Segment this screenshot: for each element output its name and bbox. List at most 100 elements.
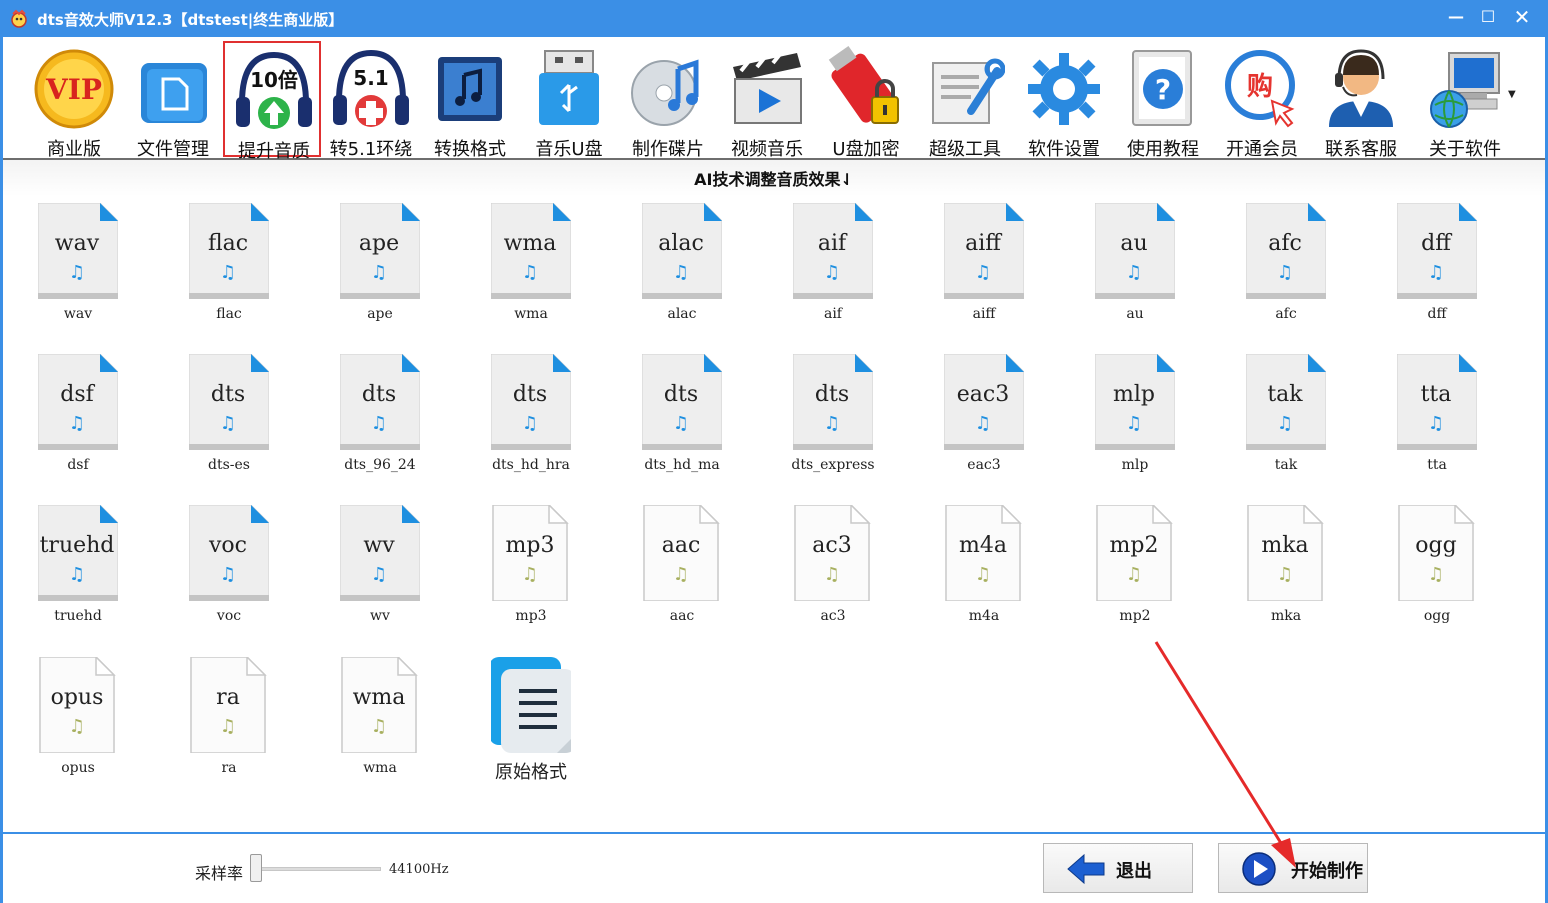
title-bar: dts音效大师V12.3【dtstest|终生商业版】 — ☐ ✕ [0, 0, 1548, 37]
format-item[interactable]: aac ♫ aac [607, 498, 757, 638]
music-note-icon: ♫ [1125, 262, 1143, 283]
format-item[interactable]: 原始格式 [456, 650, 606, 790]
format-item[interactable]: afc ♫ afc [1211, 196, 1361, 336]
file-extension-label: mp3 [505, 533, 555, 558]
toolbar-item-tools[interactable]: 超级工具 [916, 41, 1014, 160]
format-name: dff [1427, 306, 1447, 322]
vip-icon: VIP [34, 49, 114, 129]
headphones-51-icon: 5.1 [333, 49, 409, 127]
format-name: mp2 [1119, 608, 1151, 624]
format-item[interactable]: dts ♫ dts_96_24 [305, 347, 455, 487]
format-item[interactable]: aiff ♫ aiff [909, 196, 1059, 336]
music-note-icon: ♫ [521, 262, 539, 283]
toolbar-item-vip[interactable]: VIP 商业版 [25, 41, 123, 160]
file-extension-label: wav [54, 231, 100, 256]
original-format-icon [491, 657, 571, 753]
file-extension-label: dts [663, 382, 699, 407]
file-extension-label: tta [1420, 382, 1452, 407]
format-item[interactable]: mp3 ♫ mp3 [456, 498, 606, 638]
format-item[interactable]: m4a ♫ m4a [909, 498, 1059, 638]
toolbar-item-usb-drive[interactable]: 音乐U盘 [520, 41, 618, 160]
music-note-icon: ♫ [823, 413, 841, 434]
format-name: afc [1275, 306, 1297, 322]
toolbar-item-folder[interactable]: 文件管理 [124, 41, 222, 160]
folder-icon [141, 63, 207, 123]
format-item[interactable]: truehd ♫ truehd [3, 498, 153, 638]
computer-globe-icon [1430, 52, 1500, 128]
music-note-icon: ♫ [1427, 413, 1445, 434]
music-note-icon: ♫ [370, 413, 388, 434]
sample-rate-slider-track[interactable] [255, 867, 381, 871]
toolbar-item-clapperboard[interactable]: 视频音乐 [718, 41, 816, 160]
format-name: m4a [968, 608, 1000, 624]
format-item[interactable]: tak ♫ tak [1211, 347, 1361, 487]
format-item[interactable]: dsf ♫ dsf [3, 347, 153, 487]
file-extension-label: ogg [1415, 533, 1457, 558]
format-item[interactable]: mp2 ♫ mp2 [1060, 498, 1210, 638]
bottom-bar: 采样率 44100Hz 退出 开始制作 [3, 832, 1545, 903]
close-button[interactable]: ✕ [1507, 4, 1537, 30]
toolbar-item-computer-globe[interactable]: 关于软件 [1416, 41, 1514, 160]
toolbar-item-label: 转5.1环绕 [329, 139, 413, 160]
format-item[interactable]: alac ♫ alac [607, 196, 757, 336]
format-item[interactable]: wma ♫ wma [456, 196, 606, 336]
music-note-icon: ♫ [68, 564, 86, 585]
format-item[interactable]: wav ♫ wav [3, 196, 153, 336]
format-item[interactable]: wv ♫ wv [305, 498, 455, 638]
toolbar-item-usb-lock[interactable]: U盘加密 [817, 41, 915, 160]
format-name: ra [221, 760, 237, 776]
toolbar-item-label: 商业版 [47, 139, 101, 160]
format-item[interactable]: ape ♫ ape [305, 196, 455, 336]
format-item[interactable]: wma ♫ wma [305, 650, 455, 790]
format-item[interactable]: voc ♫ voc [154, 498, 304, 638]
toolbar-item-label: 关于软件 [1429, 139, 1501, 160]
toolbar-item-headphones-51[interactable]: 5.1 转5.1环绕 [322, 41, 420, 160]
start-button[interactable]: 开始制作 [1218, 843, 1368, 893]
section-heading: AI技术调整音质效果⇃ [3, 160, 1545, 196]
format-item[interactable]: aif ♫ aif [758, 196, 908, 336]
format-item[interactable]: tta ♫ tta [1362, 347, 1512, 487]
toolbar-item-gear[interactable]: 软件设置 [1015, 41, 1113, 160]
file-extension-label: dts [210, 382, 246, 407]
toolbar-item-disc[interactable]: 制作碟片 [619, 41, 717, 160]
toolbar-item-label: 联系客服 [1325, 139, 1397, 160]
toolbar-item-label: 文件管理 [137, 139, 209, 160]
format-name: dts_hd_ma [644, 457, 720, 473]
format-item[interactable]: ogg ♫ ogg [1362, 498, 1512, 638]
format-item[interactable]: dts ♫ dts-es [154, 347, 304, 487]
format-item[interactable]: ra ♫ ra [154, 650, 304, 790]
format-item[interactable]: au ♫ au [1060, 196, 1210, 336]
format-item[interactable]: mlp ♫ mlp [1060, 347, 1210, 487]
toolbar-overflow-icon[interactable]: ▼ [1508, 89, 1522, 103]
toolbar-item-music-convert[interactable]: 转换格式 [421, 41, 519, 160]
headphones-10x-icon: 10倍 [236, 51, 312, 129]
format-name: voc [216, 608, 242, 624]
format-item[interactable]: mka ♫ mka [1211, 498, 1361, 638]
format-item[interactable]: dts ♫ dts_hd_hra [456, 347, 606, 487]
format-item[interactable]: flac ♫ flac [154, 196, 304, 336]
music-convert-icon [438, 57, 502, 121]
format-item[interactable]: dts ♫ dts_hd_ma [607, 347, 757, 487]
toolbar-item-label: 软件设置 [1028, 139, 1100, 160]
format-item[interactable]: dff ♫ dff [1362, 196, 1512, 336]
format-item[interactable]: dts ♫ dts_express [758, 347, 908, 487]
music-note-icon: ♫ [521, 564, 539, 585]
toolbar-item-headphones-10x[interactable]: 10倍 提升音质 [223, 41, 321, 162]
toolbar-item-label: 转换格式 [434, 139, 506, 160]
svg-text:购: 购 [1247, 72, 1273, 102]
music-note-icon: ♫ [370, 564, 388, 585]
format-item[interactable]: opus ♫ opus [3, 650, 153, 790]
minimize-button[interactable]: — [1441, 4, 1471, 30]
exit-button[interactable]: 退出 [1043, 843, 1193, 893]
format-item[interactable]: ac3 ♫ ac3 [758, 498, 908, 638]
toolbar-item-help[interactable]: ? 使用教程 [1114, 41, 1212, 160]
toolbar-item-support-agent[interactable]: 联系客服 [1312, 41, 1410, 160]
disc-icon [631, 59, 699, 126]
format-item[interactable]: eac3 ♫ eac3 [909, 347, 1059, 487]
sample-rate-slider-handle[interactable] [250, 854, 262, 882]
maximize-button[interactable]: ☐ [1473, 4, 1503, 30]
arrow-left-icon [1067, 853, 1105, 885]
file-extension-label: dts [814, 382, 850, 407]
format-name: tta [1427, 457, 1447, 473]
toolbar-item-shop[interactable]: 购开通会员 [1213, 41, 1311, 160]
